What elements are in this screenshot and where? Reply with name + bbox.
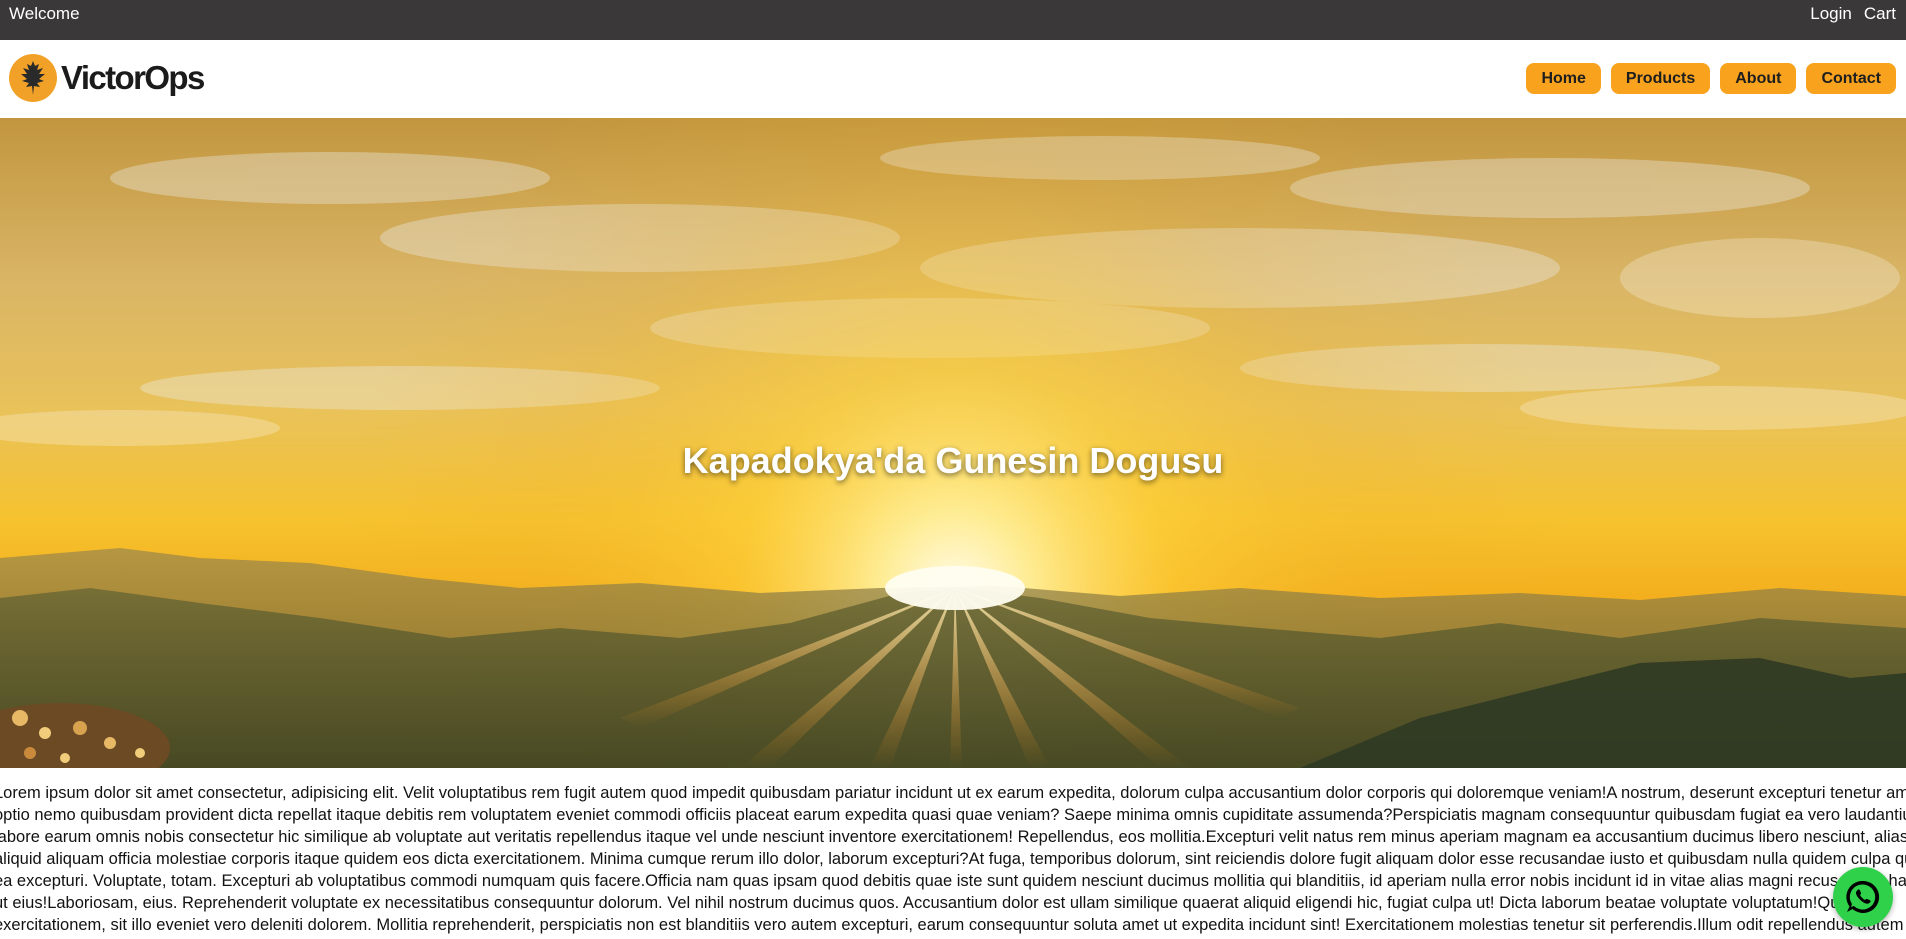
paragraph-line: exercitationem, sit illo eveniet vero de… [0, 916, 1904, 934]
logo[interactable]: VictorOps [9, 54, 205, 102]
paragraph-line: aliquid aliquam officia molestiae corpor… [0, 850, 1906, 868]
paragraph-line: Lorem ipsum dolor sit amet consectetur, … [0, 784, 1906, 802]
whatsapp-icon [1846, 880, 1880, 913]
hero-title: Kapadokya'da Gunesin Dogusu [682, 440, 1224, 481]
cart-link[interactable]: Cart [1864, 4, 1896, 24]
paragraph-line: ut eius!Laboriosam, eius. Reprehenderit … [0, 894, 1861, 912]
nav-contact-button[interactable]: Contact [1806, 63, 1896, 94]
nav-about-button[interactable]: About [1720, 63, 1797, 94]
main-nav: Home Products About Contact [1526, 63, 1896, 94]
whatsapp-button[interactable] [1833, 867, 1893, 927]
nav-products-button[interactable]: Products [1610, 63, 1711, 94]
paragraph-line: ea excepturi. Voluptate, totam. Exceptur… [0, 872, 1906, 890]
logo-text: VictorOps [61, 59, 205, 96]
login-link[interactable]: Login [1810, 4, 1852, 24]
top-bar: Welcome Login Cart [0, 0, 1906, 40]
paragraph-line: labore earum omnis nobis consectetur hic… [0, 828, 1906, 846]
nav-home-button[interactable]: Home [1526, 63, 1601, 94]
paragraph-line: optio nemo quibusdam provident dicta rep… [0, 806, 1906, 824]
welcome-text: Welcome [9, 4, 80, 23]
site-header: VictorOps Home Products About Contact [0, 40, 1906, 118]
body-text: Lorem ipsum dolor sit amet consectetur, … [0, 782, 1906, 936]
account-links: Login Cart [1810, 4, 1896, 24]
leaf-icon [9, 54, 57, 102]
hero-banner: Kapadokya'da Gunesin Dogusu [0, 118, 1906, 768]
